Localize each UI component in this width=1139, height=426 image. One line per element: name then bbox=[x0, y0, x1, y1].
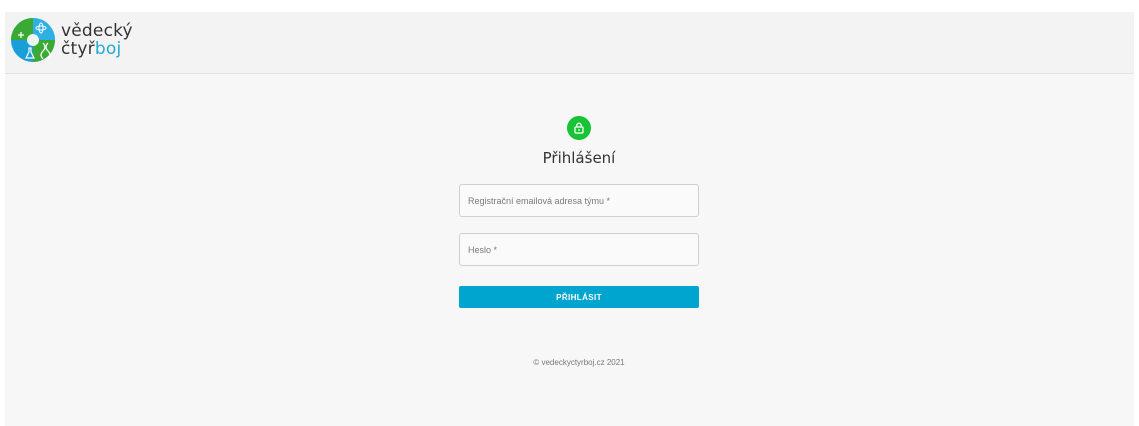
login-form: Přihlášení PŘIHLÁSIT © vedeckyctyrboj.cz… bbox=[459, 116, 699, 367]
lock-badge bbox=[567, 116, 591, 140]
logo-line-1: vědecký bbox=[61, 21, 133, 41]
page-title: Přihlášení bbox=[542, 149, 616, 167]
password-field[interactable] bbox=[459, 233, 699, 266]
login-button[interactable]: PŘIHLÁSIT bbox=[459, 286, 699, 308]
logo-wordmark: vědecký čtyřboj bbox=[61, 22, 133, 58]
logo-line-2: čtyřboj bbox=[61, 40, 133, 58]
logo-line-2-accent: boj bbox=[94, 39, 122, 59]
footer-copyright: © vedeckyctyrboj.cz 2021 bbox=[533, 358, 625, 367]
top-bar: vědecký čtyřboj bbox=[5, 12, 1134, 74]
science-logo-icon bbox=[11, 18, 55, 62]
lock-icon bbox=[574, 122, 584, 134]
logo-line-2-main: čtyř bbox=[61, 39, 95, 59]
page: vědecký čtyřboj Přihlášení PŘIHLÁSIT © v… bbox=[5, 12, 1134, 426]
home-logo-link[interactable]: vědecký čtyřboj bbox=[10, 17, 133, 63]
email-field[interactable] bbox=[459, 184, 699, 217]
